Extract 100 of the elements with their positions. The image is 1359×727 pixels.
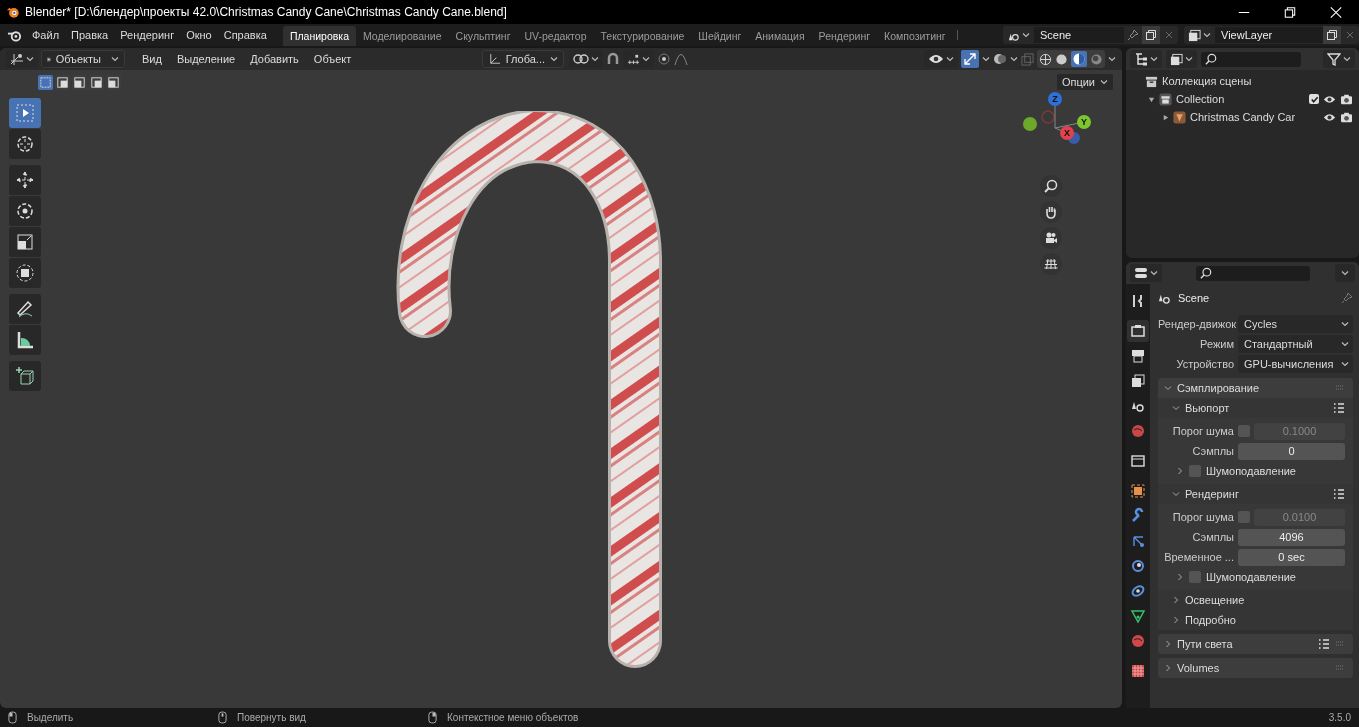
dropdown[interactable]: Стандартный [1238, 335, 1353, 353]
scene-name-field[interactable]: Scene [1034, 27, 1124, 43]
select-box-icon[interactable] [9, 98, 41, 128]
display-mode-button[interactable] [1130, 50, 1162, 68]
number-field[interactable]: 0 [1238, 442, 1345, 460]
drag-handle-icon[interactable] [1335, 385, 1345, 391]
view-layer-button[interactable] [1166, 50, 1197, 68]
filter-button[interactable] [1323, 50, 1355, 68]
workspace-tab[interactable]: Шейдинг [691, 26, 749, 46]
workspace-tab[interactable]: Композитинг [877, 26, 953, 46]
subpanel-title[interactable]: Шумоподавление [1206, 571, 1296, 583]
grid-icon[interactable] [1040, 253, 1062, 275]
editor-type-button[interactable] [1130, 264, 1162, 282]
panel-header[interactable]: Volumes [1158, 658, 1353, 678]
list-icon[interactable] [1333, 488, 1345, 500]
magnet-icon[interactable] [606, 52, 620, 66]
view-layer-name-field[interactable]: ViewLayer [1215, 27, 1323, 43]
selection-mode-icon[interactable] [38, 74, 53, 90]
rendered-shading-icon[interactable] [1090, 52, 1103, 66]
menu-item[interactable]: Объект [307, 53, 358, 65]
visibility-button[interactable] [924, 50, 958, 68]
checkbox[interactable] [1189, 571, 1201, 583]
copy-icon[interactable] [1142, 26, 1160, 44]
subpanel-title[interactable]: Шумоподавление [1206, 465, 1296, 477]
chevron-right-icon[interactable] [1176, 467, 1184, 475]
outliner-item-label[interactable]: Коллекция сцены [1162, 75, 1252, 87]
material-shading-icon[interactable] [1071, 51, 1087, 67]
zoom-icon[interactable] [1040, 175, 1062, 197]
ruler-icon[interactable] [9, 325, 41, 355]
search-field[interactable] [1196, 265, 1310, 281]
scale-icon[interactable] [9, 227, 41, 257]
options-dropdown[interactable]: Опции [1055, 73, 1114, 91]
menu-item[interactable]: Выделение [170, 53, 242, 65]
eye-icon[interactable] [1323, 93, 1336, 105]
selection-mode-icon[interactable] [55, 74, 70, 90]
workspace-tab[interactable]: Текстурирование [593, 26, 692, 46]
copy-icon[interactable] [1323, 26, 1341, 44]
menu-item[interactable]: Вид [136, 53, 168, 65]
drag-handle-icon[interactable] [1335, 665, 1345, 671]
move-icon[interactable] [9, 165, 41, 195]
add-cube-icon[interactable] [9, 361, 41, 391]
menu-item[interactable]: Файл [26, 29, 66, 41]
selection-mode-icon[interactable] [89, 74, 104, 90]
checkbox[interactable] [1309, 94, 1319, 104]
subpanel-header[interactable]: Подробно [1158, 610, 1353, 630]
cursor-icon[interactable] [9, 129, 41, 159]
subpanel-header[interactable]: Рендеринг [1158, 484, 1353, 504]
hand-icon[interactable] [1040, 201, 1062, 223]
checkbox[interactable] [1238, 511, 1250, 523]
proportional-edit-icon[interactable] [657, 52, 671, 66]
drag-handle-icon[interactable] [1335, 641, 1345, 647]
3d-viewport[interactable]: Объекты Вид Выделение Добавить Объект Глоба... Опции Z Y X [0, 48, 1122, 708]
collapsed-arrow-icon[interactable] [1162, 113, 1169, 121]
checkbox[interactable] [1238, 425, 1250, 437]
menu-item[interactable]: Правка [65, 29, 115, 41]
panel-header[interactable]: Пути света [1158, 634, 1353, 654]
checkbox[interactable] [1189, 465, 1201, 477]
camera-back-icon[interactable] [1127, 320, 1149, 342]
camera-icon[interactable] [1040, 227, 1062, 249]
menu-item[interactable]: Справка [217, 29, 273, 41]
pin-icon[interactable] [1341, 292, 1353, 304]
dropdown[interactable]: GPU-вычисления [1238, 355, 1353, 373]
number-field[interactable]: 0 sec [1238, 548, 1345, 566]
search-field[interactable] [1201, 51, 1301, 67]
number-field[interactable]: 4096 [1238, 528, 1345, 546]
list-icon[interactable] [1333, 402, 1345, 414]
workspace-tab[interactable]: UV-редактор [517, 26, 594, 46]
workspace-tab[interactable]: Скульптинг [448, 26, 518, 46]
gizmo-toggle-icon[interactable] [961, 50, 979, 68]
expanded-arrow-icon[interactable] [1148, 95, 1155, 103]
menu-item[interactable]: Рендеринг [114, 29, 181, 41]
camera-icon[interactable] [1340, 111, 1353, 123]
orientation-dropdown[interactable]: Глоба... [481, 50, 564, 68]
outliner-item-label[interactable]: Christmas Candy Car [1190, 111, 1296, 123]
workspace-tab[interactable]: Моделирование [356, 26, 449, 46]
mode-dropdown[interactable]: Объекты [41, 50, 125, 68]
menu-item[interactable]: Добавить [244, 53, 305, 65]
editor-type-button[interactable] [6, 50, 38, 68]
dropdown[interactable]: Cycles [1238, 315, 1353, 333]
outliner-item-label[interactable]: Collection [1176, 93, 1225, 105]
subpanel-header[interactable]: Вьюпорт [1158, 398, 1353, 418]
list-icon[interactable] [1318, 638, 1330, 650]
workspace-tab[interactable]: Анимация [748, 26, 812, 46]
menu-item[interactable]: Окно [180, 29, 218, 41]
eye-icon[interactable] [1323, 111, 1336, 123]
workspace-tab[interactable]: Планировка [282, 26, 356, 46]
selection-mode-icon[interactable] [72, 74, 87, 90]
selection-mode-icon[interactable] [106, 74, 121, 90]
panel-header[interactable]: Сэмплирование [1158, 378, 1353, 398]
falloff-curve-icon[interactable] [674, 52, 688, 66]
subpanel-header[interactable]: Освещение [1158, 590, 1353, 610]
rotate-icon[interactable] [9, 196, 41, 226]
wireframe-shading-icon[interactable] [1039, 52, 1052, 66]
transform-icon[interactable] [9, 258, 41, 288]
options-button[interactable] [1335, 264, 1355, 282]
pencil-icon[interactable] [9, 294, 41, 324]
axis-gizmo-drawing[interactable]: Z Y X [1015, 91, 1095, 171]
overlay-icon[interactable] [993, 52, 1007, 66]
camera-icon[interactable] [1340, 93, 1353, 105]
solid-shading-icon[interactable] [1055, 52, 1068, 66]
